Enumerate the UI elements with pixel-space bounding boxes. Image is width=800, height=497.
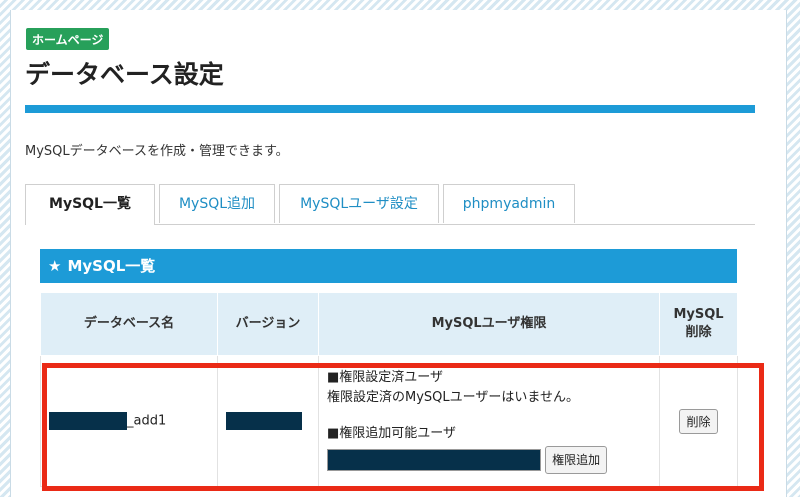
delete-cell: 削除 xyxy=(659,355,738,487)
column-header-delete-line1: MySQL xyxy=(673,307,724,322)
table-header-row: データベース名 バージョン MySQLユーザ権限 MySQL 削除 xyxy=(40,292,738,356)
tab-mysql-list[interactable]: MySQL一覧 xyxy=(25,184,155,225)
tab-mysql-user-settings[interactable]: MySQLユーザ設定 xyxy=(279,184,439,223)
column-header-user-permissions: MySQLユーザ権限 xyxy=(318,292,660,356)
perm-set-heading: ■権限設定済ユーザ xyxy=(327,370,444,385)
column-header-delete: MySQL 削除 xyxy=(659,292,738,356)
tab-phpmyadmin[interactable]: phpmyadmin xyxy=(443,184,575,223)
user-permissions-cell: ■権限設定済ユーザ 権限設定済のMySQLユーザーはいません。 ■権限追加可能ユ… xyxy=(318,355,660,487)
column-header-version: バージョン xyxy=(217,292,319,356)
redacted-db-name xyxy=(49,412,127,430)
redacted-version xyxy=(226,412,302,430)
tab-bar: MySQL一覧 MySQL追加 MySQLユーザ設定 phpmyadmin xyxy=(25,184,755,225)
add-permission-button[interactable]: 権限追加 xyxy=(545,446,608,474)
version-cell xyxy=(217,355,319,487)
db-name-suffix: _add1 xyxy=(127,413,167,429)
database-table: データベース名 バージョン MySQLユーザ権限 MySQL 削除 _add1 … xyxy=(40,292,738,487)
homepage-badge[interactable]: ホームページ xyxy=(26,28,110,50)
tab-mysql-add[interactable]: MySQL追加 xyxy=(159,184,275,223)
column-header-db-name: データベース名 xyxy=(40,292,218,356)
section-header: ★ MySQL一覧 xyxy=(40,249,737,283)
delete-button[interactable]: 削除 xyxy=(679,408,718,434)
db-name-cell: _add1 xyxy=(40,355,218,487)
perm-set-text: 権限設定済のMySQLユーザーはいません。 xyxy=(327,390,579,405)
title-underline xyxy=(25,105,755,113)
page-title: データベース設定 xyxy=(25,60,224,89)
table-row: _add1 ■権限設定済ユーザ 権限設定済のMySQLユーザーはいません。 ■権… xyxy=(40,355,738,487)
column-header-delete-line2: 削除 xyxy=(685,325,712,340)
perm-user-select[interactable] xyxy=(327,449,541,471)
page-description: MySQLデータベースを作成・管理できます。 xyxy=(25,144,289,159)
section-title: MySQL一覧 xyxy=(67,257,156,275)
star-icon: ★ xyxy=(48,257,62,275)
perm-spacer xyxy=(327,408,658,424)
perm-add-row: 権限追加 xyxy=(327,446,658,474)
perm-add-heading: ■権限追加可能ユーザ xyxy=(327,426,457,441)
